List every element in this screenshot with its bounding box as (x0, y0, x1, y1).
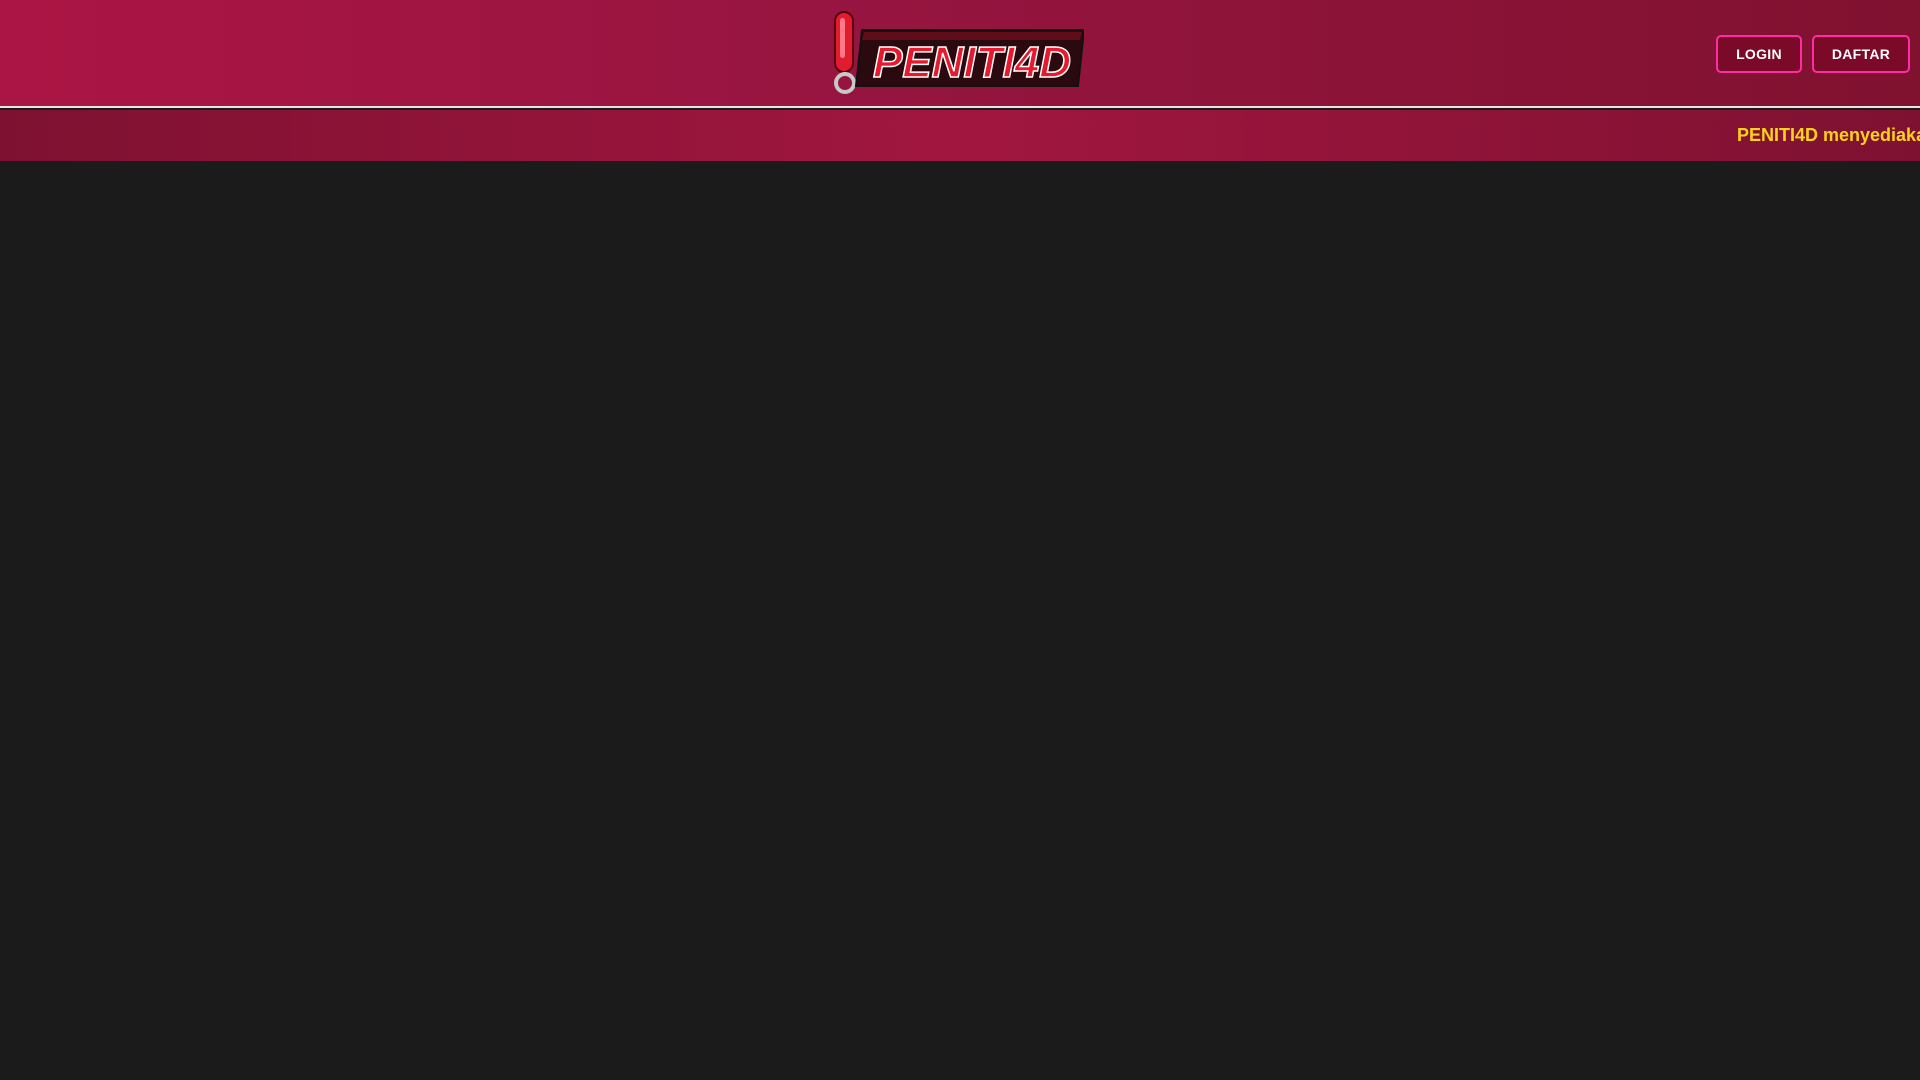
logo-image: PENITI4D (834, 11, 1084, 94)
marquee-text: PENITI4D menyediaka (1737, 125, 1920, 145)
safety-pin-icon (834, 11, 856, 94)
site-header: PENITI4D LOGIN DAFTAR (0, 0, 1920, 108)
logo-wordmark: PENITI4D (873, 38, 1071, 87)
login-button[interactable]: LOGIN (1716, 35, 1802, 73)
main-content (0, 161, 1920, 1080)
site-logo[interactable]: PENITI4D (832, 10, 1084, 96)
announcement-marquee: PENITI4D menyediaka (0, 110, 1920, 161)
register-button[interactable]: DAFTAR (1812, 35, 1910, 73)
